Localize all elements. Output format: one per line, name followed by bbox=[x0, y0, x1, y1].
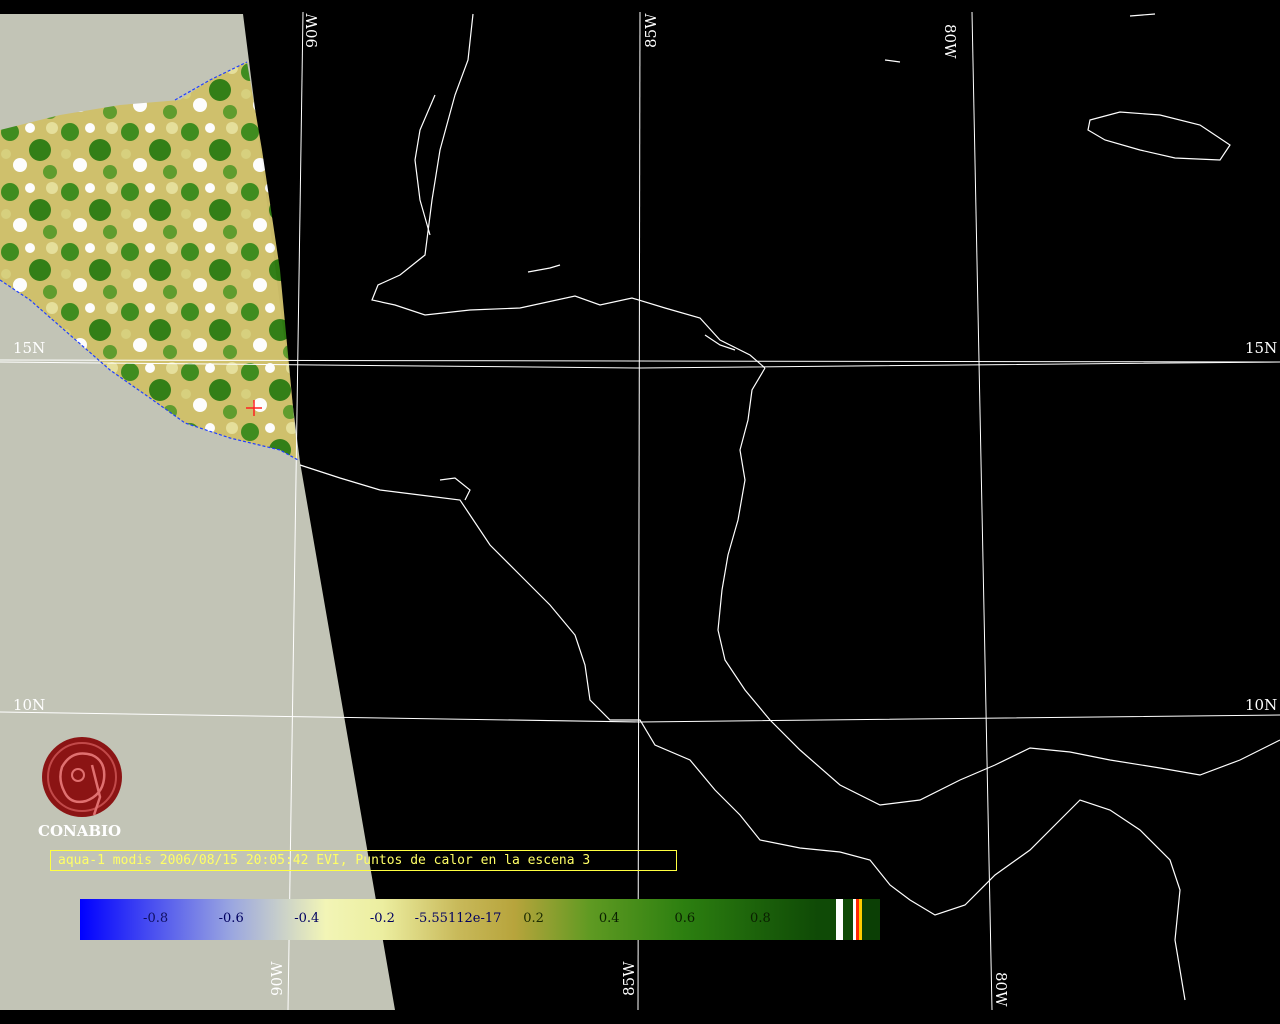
lat-label-left-10n: 10N bbox=[13, 696, 46, 714]
scene-caption: aqua-1 modis 2006/08/15 20:05:42 EVI, Pu… bbox=[50, 850, 677, 871]
lon-label-top-85w: 85W bbox=[642, 13, 660, 48]
lon-label-top-90w: 90W bbox=[303, 13, 321, 48]
colorbar-tick: -0.4 bbox=[294, 911, 320, 926]
lon-label-bottom-90w: 90W bbox=[268, 961, 286, 996]
colorbar-tick: -0.6 bbox=[218, 911, 244, 926]
colorbar-tick: 0.4 bbox=[598, 911, 620, 926]
colorbar-tick: -0.2 bbox=[369, 911, 395, 926]
colorbar-tick: -0.8 bbox=[143, 911, 169, 926]
colorbar-tick-labels: -0.8 -0.6 -0.4 -0.2 -5.55112e-17 0.2 0.4… bbox=[80, 899, 880, 940]
lon-label-bottom-80w: 80W bbox=[992, 972, 1010, 1007]
conabio-logo-text: CONABIO bbox=[38, 822, 122, 840]
colorbar-tick: 0.6 bbox=[674, 911, 696, 926]
lat-label-right-15n: 15N bbox=[1245, 339, 1278, 357]
colorbar-tick: 0.8 bbox=[750, 911, 771, 926]
colorbar-tick: -5.55112e-17 bbox=[414, 911, 502, 926]
colorbar-tick: 0.2 bbox=[523, 911, 544, 926]
lon-label-bottom-85w: 85W bbox=[620, 961, 638, 996]
lat-label-left-15n: 15N bbox=[13, 339, 46, 357]
lon-label-top-80w: 80W bbox=[941, 24, 959, 59]
lat-label-right-10n: 10N bbox=[1245, 696, 1278, 714]
